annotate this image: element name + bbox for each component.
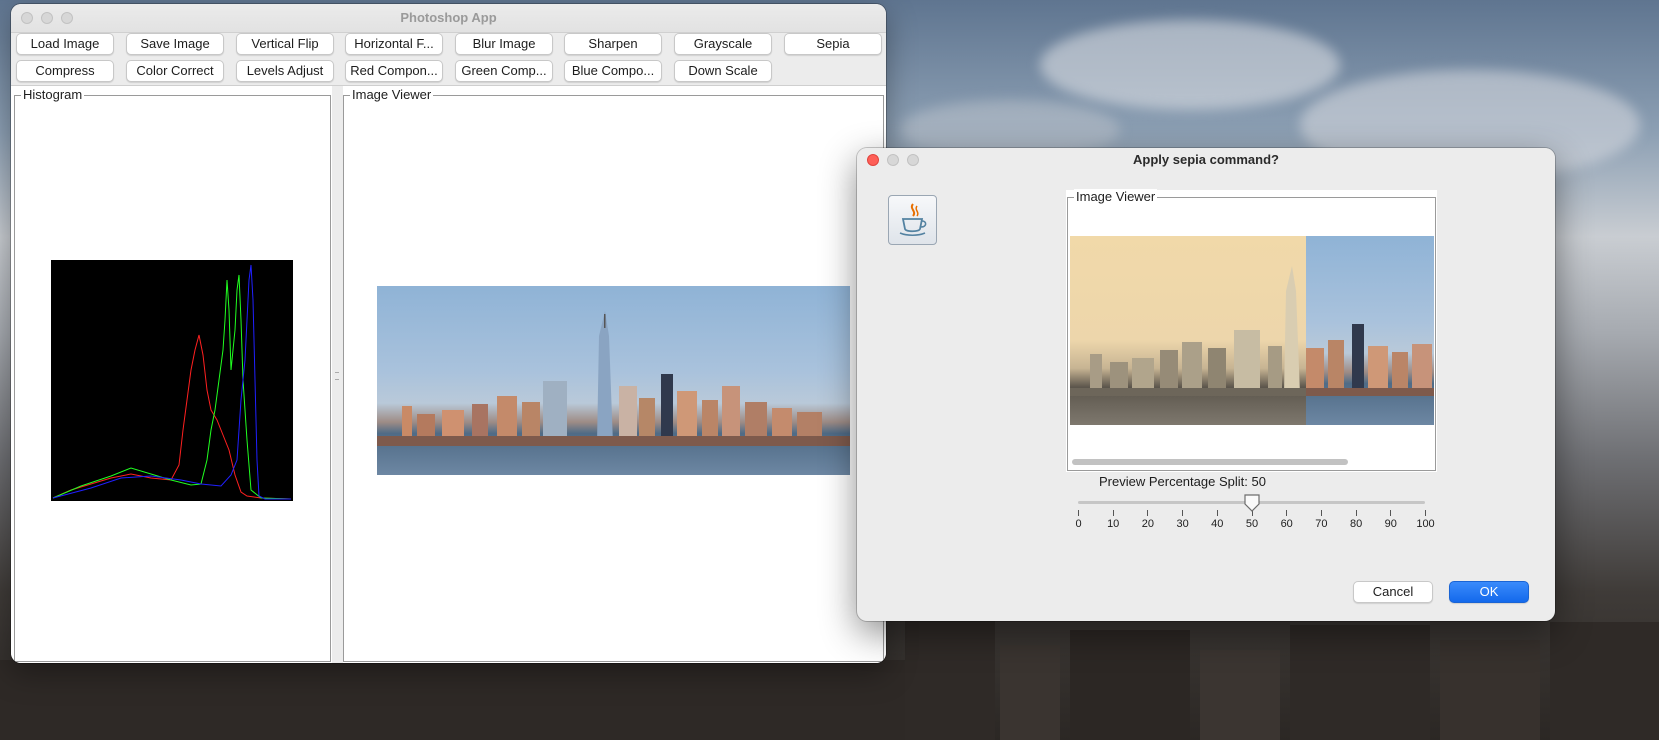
histogram-panel: Histogram [11,86,332,663]
split-pane-divider[interactable] [332,86,343,663]
histogram-panel-title: Histogram [21,87,85,103]
cancel-button[interactable]: Cancel [1353,581,1433,603]
slider-tick [1216,510,1218,516]
preview-horizontal-scrollbar[interactable] [1070,457,1434,466]
slider-tick [1182,510,1184,516]
image-viewer-panel-title: Image Viewer [350,87,434,103]
sepia-confirm-dialog: Apply sepia command? Image Viewer Previe… [857,148,1555,621]
down-scale-button[interactable]: Down Scale [674,60,772,82]
slider-tick [1078,510,1079,516]
window-title: Photoshop App [400,10,497,25]
slider-tick [1425,510,1426,516]
ok-button[interactable]: OK [1449,581,1529,603]
slider-tick-label: 20 [1141,518,1155,530]
blue-component-button[interactable]: Blue Compo... [564,60,662,82]
histogram-chart [51,260,293,501]
slider-tick-label: 60 [1280,518,1293,530]
slider-label: Preview Percentage Split: 50 [1099,474,1266,489]
java-cup-icon [888,195,937,245]
slider-tick-label: 100 [1416,518,1435,530]
close-dialog-button[interactable] [867,154,879,166]
slider-tick [1147,510,1149,516]
main-window-titlebar: Photoshop App [11,4,886,33]
slider-tick-label: 50 [1245,518,1259,530]
sharpen-button[interactable]: Sharpen [564,33,662,55]
original-preview-half [1306,236,1434,425]
green-component-button[interactable]: Green Comp... [455,60,553,82]
slider-thumb[interactable] [1242,493,1262,513]
slider-tick [1355,510,1357,516]
grayscale-button[interactable]: Grayscale [674,33,772,55]
load-image-button[interactable]: Load Image [16,33,114,55]
blur-image-button[interactable]: Blur Image [455,33,553,55]
horizontal-flip-button[interactable]: Horizontal F... [345,33,443,55]
red-component-button[interactable]: Red Compon... [345,60,443,82]
main-window: Photoshop App Load Image Save Image Vert… [11,4,886,663]
save-image-button[interactable]: Save Image [126,33,224,55]
slider-tick [1390,510,1392,516]
scrollbar-thumb[interactable] [1072,459,1348,465]
zoom-dialog-button[interactable] [907,154,919,166]
preview-viewer-title: Image Viewer [1074,189,1158,205]
compress-button[interactable]: Compress [16,60,114,82]
sepia-button[interactable]: Sepia [784,33,882,55]
slider-tick-label: 30 [1176,518,1189,530]
preview-image [1070,236,1434,425]
slider-tick-label: 90 [1384,518,1397,530]
minimize-dialog-button[interactable] [887,154,899,166]
image-viewer-panel: Image Viewer [343,86,886,663]
slider-tick-label: 40 [1211,518,1224,530]
preview-split-slider[interactable]: 0 10 20 30 40 50 60 70 80 90 100 [1067,488,1447,538]
slider-tick [1286,510,1288,516]
dialog-titlebar: Apply sepia command? [857,148,1555,172]
slider-tick-label: 80 [1349,518,1363,530]
slider-tick-label: 0 [1075,518,1082,530]
preview-viewer-panel: Image Viewer [1066,189,1437,472]
levels-adjust-button[interactable]: Levels Adjust [236,60,334,82]
slider-tick-label: 70 [1315,518,1328,530]
minimize-window-button[interactable] [41,12,53,24]
color-correct-button[interactable]: Color Correct [126,60,224,82]
dialog-title: Apply sepia command? [1133,152,1279,167]
slider-tick [1112,510,1114,516]
slider-tick-label: 10 [1107,518,1120,530]
vertical-flip-button[interactable]: Vertical Flip [236,33,334,55]
sepia-preview-half [1070,236,1306,425]
close-window-button[interactable] [21,12,33,24]
zoom-window-button[interactable] [61,12,73,24]
slider-tick [1320,510,1322,516]
skyline-image [377,286,850,475]
